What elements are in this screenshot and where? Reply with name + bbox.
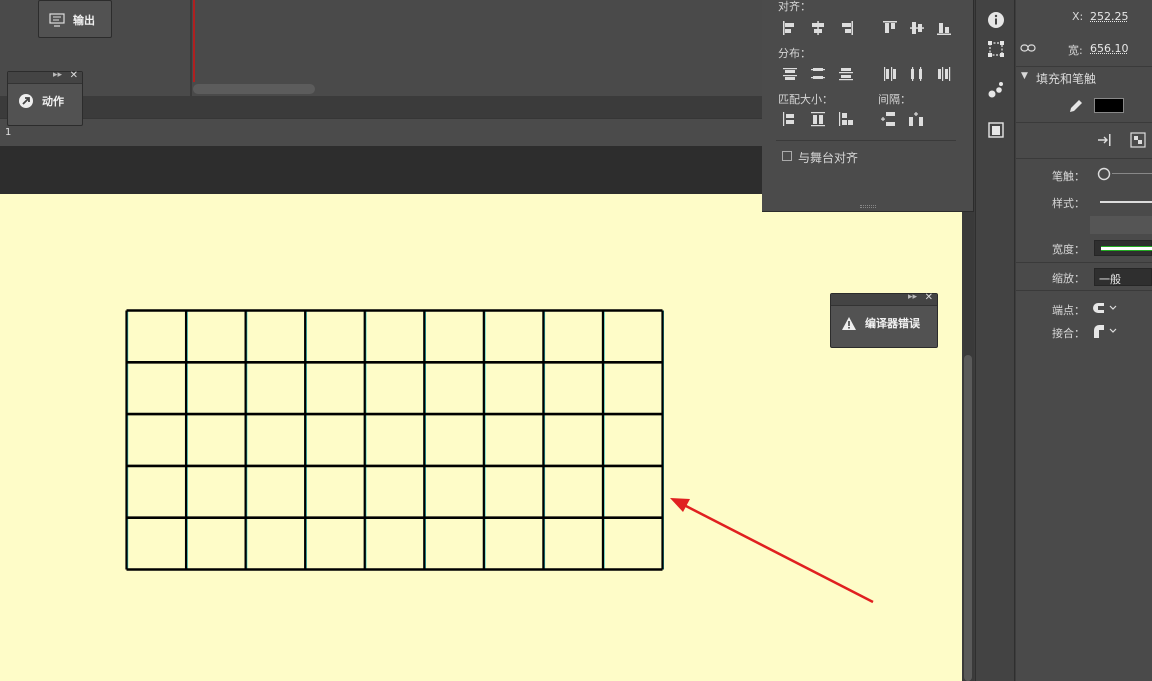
arrow-head [670,498,690,512]
stage-scrollbar-thumb[interactable] [964,355,972,681]
grid-shape[interactable] [125,309,664,571]
snap-icon[interactable] [1130,132,1146,151]
frame-number: 1 [5,127,12,138]
align-panel: 对齐： 分布： 匹配大小： 间隔： 与舞台对齐 [762,0,974,212]
swatches-icon[interactable] [986,80,1006,100]
align-left-icon[interactable] [782,20,798,36]
match-size-label: 匹配大小： [778,93,833,106]
timeline-divider [190,0,192,96]
compiler-panel-header[interactable]: ▸▸ ✕ [831,292,937,306]
align-vcenter-icon[interactable] [909,20,925,36]
output-icon [49,12,65,28]
props-divider [1016,158,1152,159]
output-label: 输出 [73,14,95,27]
x-value[interactable]: 252.25 [1090,10,1129,23]
pencil-icon [1068,98,1084,117]
match-both-icon[interactable] [838,111,854,127]
space-horizontal-icon[interactable] [908,111,924,127]
properties-panel: X: 252.25 宽: 656.10 ▼ 填充和笔触 笔触： 样式： 宽度： … [1016,0,1152,681]
fit-icon[interactable] [1096,132,1112,151]
playhead[interactable] [193,0,195,82]
align-top-icon[interactable] [882,20,898,36]
props-divider [1016,66,1152,67]
align-bottom-icon[interactable] [936,20,952,36]
props-divider [1016,290,1152,291]
stroke-slider-handle[interactable] [1096,166,1112,185]
timeline-panel [0,0,762,96]
info-icon[interactable] [986,10,1006,30]
close-icon[interactable]: ✕ [925,292,933,303]
timeline-scrollbar-track [0,96,762,118]
width-value[interactable]: 656.10 [1090,42,1129,55]
action-arrow-icon [18,93,34,109]
distribute-left-icon[interactable] [882,66,898,82]
align-right-icon[interactable] [838,20,854,36]
distribute-hcenter-icon[interactable] [909,66,925,82]
compiler-errors-label: 编译器错误 [865,317,920,330]
match-width-icon[interactable] [782,111,798,127]
scale-value: 一般 [1099,273,1121,286]
width-label: 宽: [1068,44,1083,57]
props-divider [1016,122,1152,123]
stroke-width-dropdown[interactable] [1094,240,1152,256]
x-label: X: [1072,10,1084,23]
actions-panel-header[interactable]: ▸▸ ✕ [8,70,82,84]
scale-dropdown[interactable]: 一般 [1094,268,1152,286]
warning-icon [841,315,857,331]
transform-icon[interactable] [986,39,1006,59]
stroke-width-label: 宽度： [1052,243,1085,256]
arrow-shaft [681,502,874,604]
style-dropdown[interactable] [1094,194,1152,210]
align-separator [776,140,956,141]
cap-round-icon[interactable] [1092,301,1118,318]
style-label: 样式： [1052,197,1085,210]
stroke-label: 笔触： [1052,170,1085,183]
actions-panel[interactable]: ▸▸ ✕ 动作 [7,70,83,126]
timeline-scrollbar-thumb[interactable] [193,84,315,94]
collapse-icon[interactable]: ▸▸ [908,292,917,302]
frame-ruler[interactable]: 1 [0,118,762,146]
stroke-color-swatch[interactable] [1094,98,1124,113]
distribute-right-icon[interactable] [936,66,952,82]
distribute-top-icon[interactable] [782,66,798,82]
stroke-slider-track[interactable] [1112,173,1152,174]
distribute-label: 分布： [778,47,811,60]
space-vertical-icon[interactable] [880,111,896,127]
link-icon[interactable] [1020,42,1036,57]
align-label: 对齐： [778,0,811,13]
join-round-icon[interactable] [1092,324,1118,341]
spacing-label: 间隔： [878,93,911,106]
scale-label: 缩放： [1052,272,1085,285]
close-icon[interactable]: ✕ [70,70,78,81]
collapse-icon[interactable]: ▸▸ [53,70,62,80]
style-edit-button[interactable] [1090,216,1152,234]
align-hcenter-icon[interactable] [810,20,826,36]
fill-stroke-header[interactable]: 填充和笔触 [1036,70,1096,87]
props-divider [1016,262,1152,263]
panel-icon-strip [975,0,1015,681]
library-icon[interactable] [986,120,1006,140]
stage-align-checkbox[interactable] [782,151,792,161]
red-arrow-annotation [670,498,874,604]
join-label: 接合： [1052,327,1085,340]
match-height-icon[interactable] [810,111,826,127]
compiler-errors-panel[interactable]: ▸▸ ✕ 编译器错误 [830,292,938,348]
expand-triangle-icon[interactable]: ▼ [1021,71,1028,81]
align-panel-grip[interactable] [859,205,876,208]
cap-label: 端点： [1052,304,1085,317]
distribute-bottom-icon[interactable] [838,66,854,82]
stage-align-label: 与舞台对齐 [798,151,859,165]
action-label: 动作 [42,95,64,108]
distribute-vcenter-icon[interactable] [810,66,826,82]
stage-pasteboard [0,146,762,194]
output-panel[interactable]: 输出 [38,0,112,38]
